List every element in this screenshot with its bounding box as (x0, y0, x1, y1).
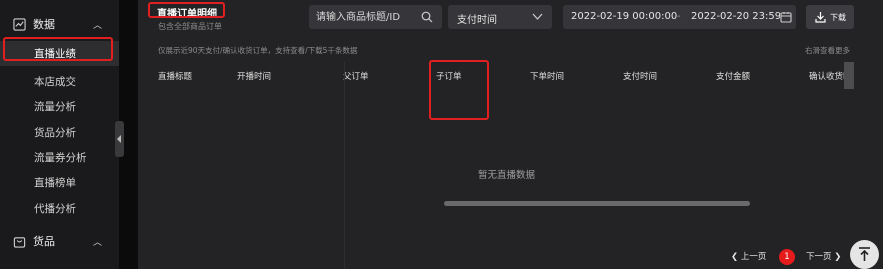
search-icon[interactable] (421, 11, 433, 23)
next-page-button[interactable]: 下一页 ❯ (806, 250, 841, 262)
date-separator: - (677, 11, 681, 22)
order-detail-panel: 直播订单明细 包含全部商品订单 支付时间 2022-02-19 00:00:00… (138, 0, 883, 269)
chevron-right-icon: ❯ (831, 252, 842, 262)
chevron-left-icon: ❮ (731, 252, 741, 262)
download-button[interactable]: 下载 (806, 5, 854, 29)
sidebar-collapse-handle[interactable] (115, 121, 124, 157)
fixed-column-divider (344, 62, 345, 269)
date-end[interactable]: 2022-02-20 23:59:59 (691, 11, 781, 22)
column-header-confirm-time: 确认收货时 (809, 72, 845, 82)
sidebar-item-label: 代播分析 (34, 203, 76, 215)
sidebar-item-agent-analysis[interactable]: 代播分析 (0, 196, 119, 221)
sidebar-section-label: 数据 (33, 18, 55, 31)
arrow-up-icon (859, 247, 870, 261)
sidebar-item-product-analysis[interactable]: 货品分析 (0, 120, 119, 145)
back-to-top-button[interactable] (850, 240, 879, 269)
column-header-live-title: 直播标题 (158, 72, 193, 82)
page-subtitle: 包含全部商品订单 (158, 22, 222, 31)
empty-state-text: 暂无直播数据 (478, 170, 536, 181)
column-header-sub-order: 子订单 (436, 72, 462, 82)
vertical-scrollbar[interactable] (844, 62, 854, 89)
horizontal-scrollbar[interactable] (444, 201, 750, 206)
page-title: 直播订单明细 (157, 9, 217, 20)
column-header-order-time: 下单时间 (530, 72, 565, 82)
sidebar-item-coupon-analysis[interactable]: 流量券分析 (0, 145, 119, 170)
date-range-picker[interactable]: 2022-02-19 00:00:00 - 2022-02-20 23:59:5… (563, 5, 796, 29)
sidebar-item-live-ranking[interactable]: 直播榜单 (0, 170, 119, 195)
page-number-current[interactable]: 1 (779, 249, 795, 265)
column-header-pay-time: 支付时间 (623, 72, 658, 82)
column-header-start-time: 开播时间 (237, 72, 272, 82)
column-header-pay-amount: 支付金额 (716, 72, 751, 82)
chevron-up-icon: ︿ (93, 237, 103, 248)
sidebar-item-live-performance[interactable]: 直播业绩 (0, 41, 119, 66)
data-scope-note: 仅展示近90天支付/确认收货订单，支持查看/下载5千条数据 (158, 46, 358, 55)
chevron-down-icon (532, 13, 543, 20)
bag-icon (13, 236, 26, 248)
sidebar-section-label: 货品 (33, 235, 55, 248)
next-page-label: 下一页 (806, 252, 832, 262)
sidebar-item-label: 流量分析 (34, 101, 76, 113)
calendar-icon[interactable] (780, 11, 792, 23)
sidebar-item-traffic-analysis[interactable]: 流量分析 (0, 94, 119, 119)
column-header-parent-order: 父订单 (343, 72, 369, 82)
chevron-up-icon: ︿ (93, 20, 103, 31)
search-box[interactable] (309, 5, 442, 29)
download-label: 下载 (830, 13, 846, 22)
date-start[interactable]: 2022-02-19 00:00:00 (571, 11, 677, 22)
prev-page-label: 上一页 (740, 252, 767, 262)
sidebar-item-label: 货品分析 (34, 127, 76, 139)
sidebar-item-label: 本店成交 (34, 76, 76, 88)
search-input[interactable] (316, 9, 416, 25)
sidebar-item-store-deals[interactable]: 本店成交 (0, 69, 119, 94)
prev-page-button[interactable]: ❮ 上一页 (731, 250, 766, 262)
sidebar-item-label: 直播榜单 (34, 177, 76, 189)
time-type-value: 支付时间 (457, 15, 497, 26)
sidebar-item-label: 流量券分析 (34, 152, 87, 164)
chart-icon (13, 17, 26, 31)
sidebar-section-goods[interactable]: 货品 ︿ (0, 227, 119, 255)
download-icon (815, 12, 826, 23)
scroll-hint: 右滑查看更多 (805, 46, 850, 55)
time-type-select[interactable]: 支付时间 (448, 5, 552, 29)
table-header: 直播标题 开播时间 父订单 子订单 下单时间 支付时间 支付金额 确认收货时 (138, 62, 883, 87)
sidebar: 数据 ︿ 直播业绩 本店成交 流量分析 货品分析 流量券分析 直播榜单 代播分析… (0, 0, 119, 269)
sidebar-section-data[interactable]: 数据 ︿ (0, 10, 119, 38)
sidebar-item-label: 直播业绩 (34, 48, 76, 60)
